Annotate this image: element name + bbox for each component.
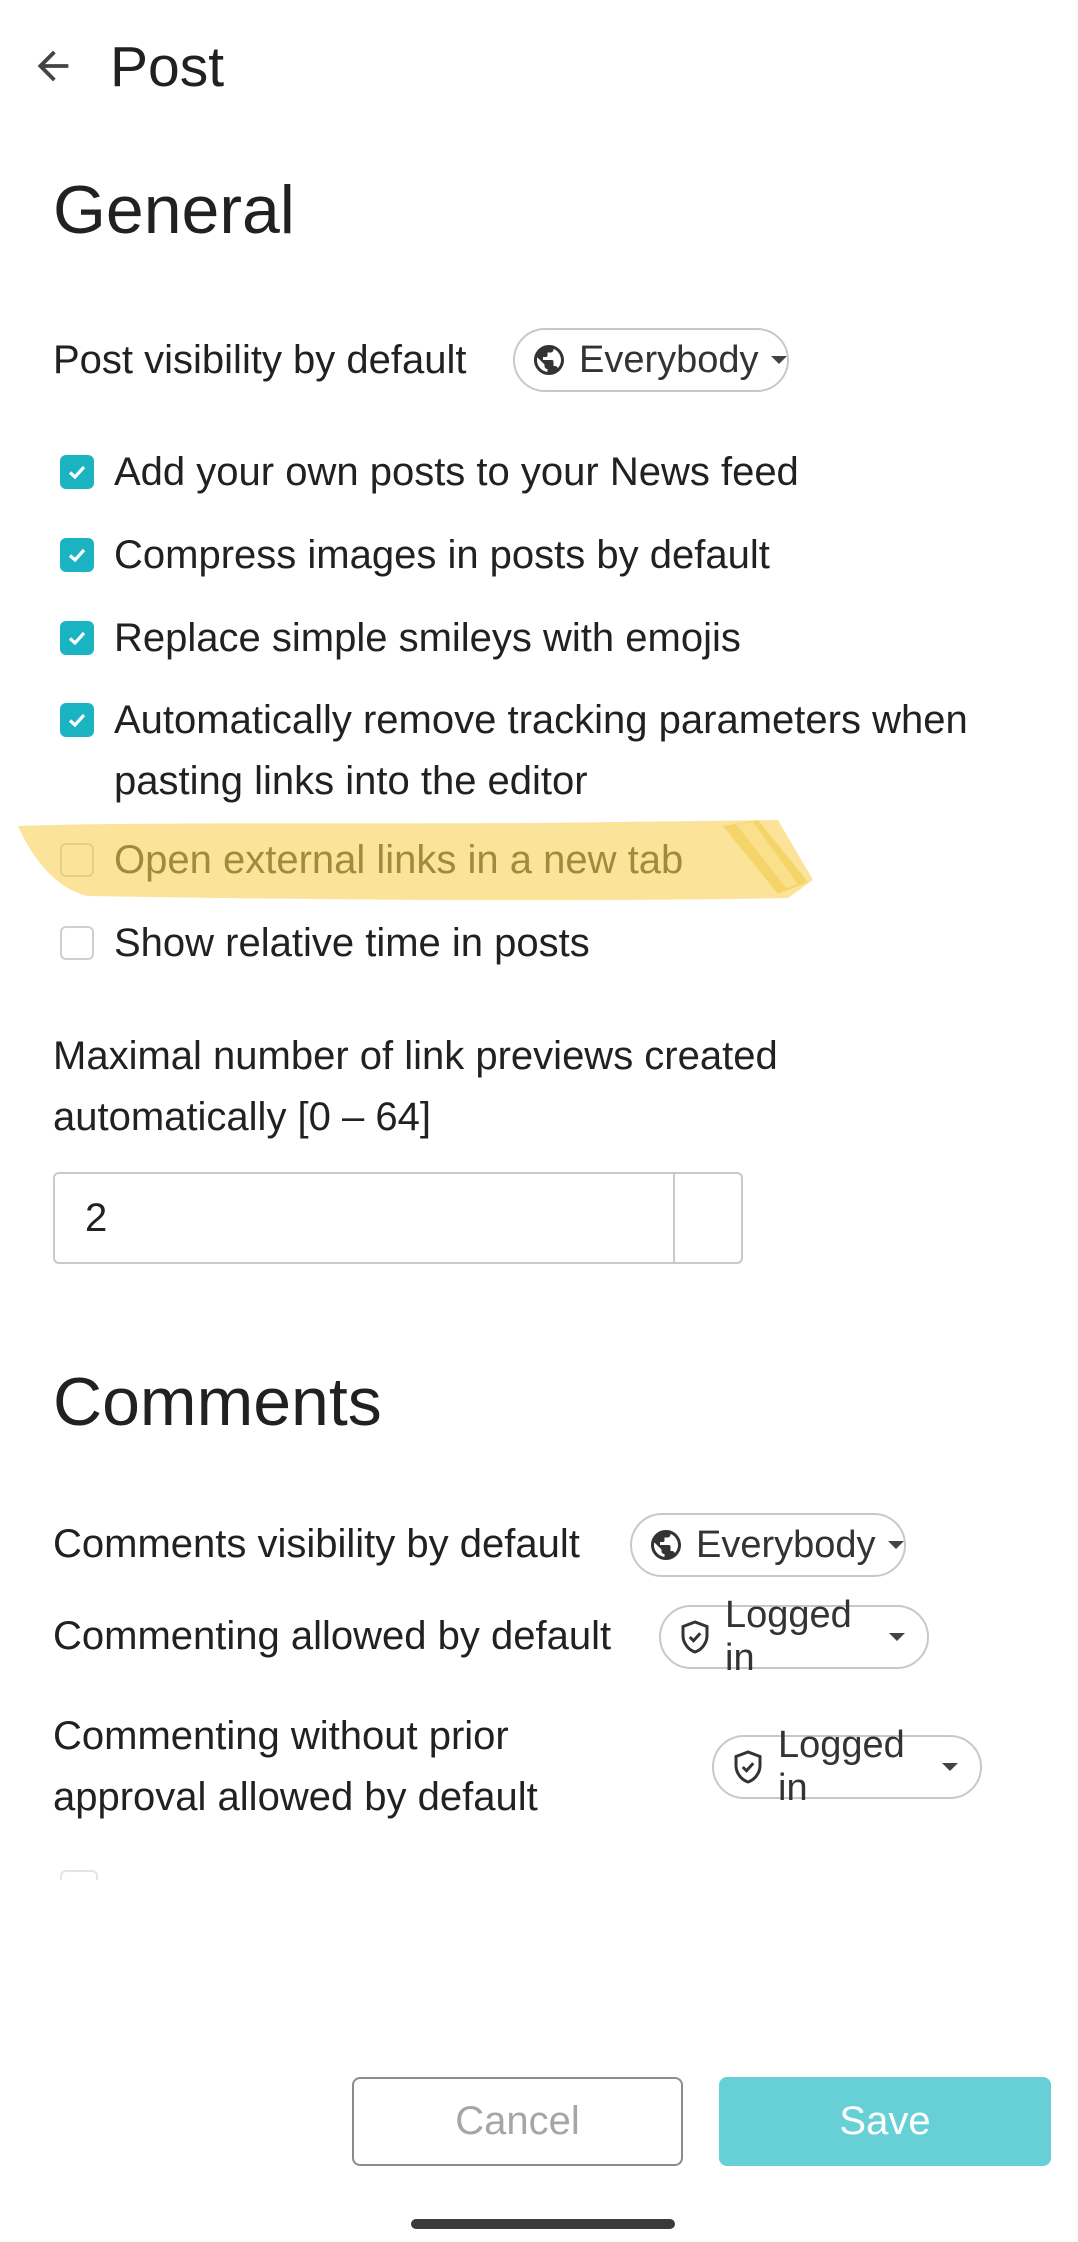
shield-icon bbox=[730, 1749, 766, 1785]
checkbox-checked[interactable] bbox=[60, 621, 94, 655]
checkbox-checked[interactable] bbox=[60, 538, 94, 572]
caret-down-icon bbox=[886, 1539, 906, 1551]
checkbox-relative-time[interactable]: Show relative time in posts bbox=[60, 913, 934, 974]
link-previews-input[interactable]: 2 bbox=[53, 1172, 743, 1264]
commenting-allowed-label: Commenting allowed by default bbox=[53, 1614, 612, 1658]
checkbox-checked[interactable] bbox=[60, 703, 94, 737]
checkbox-open-external-links[interactable]: Open external links in a new tab bbox=[60, 830, 934, 891]
globe-icon bbox=[531, 342, 567, 378]
section-title-general: General bbox=[53, 172, 295, 248]
number-spinner[interactable] bbox=[673, 1174, 741, 1262]
caret-down-icon bbox=[887, 1631, 907, 1643]
section-title-comments: Comments bbox=[53, 1364, 382, 1440]
checkbox-unchecked[interactable] bbox=[60, 843, 94, 877]
checkbox-replace-smileys[interactable]: Replace simple smileys with emojis bbox=[60, 608, 934, 669]
page-title: Post bbox=[110, 35, 225, 99]
caret-down-icon bbox=[769, 354, 789, 366]
checkbox-label: Compress images in posts by default bbox=[114, 533, 770, 577]
cancel-button[interactable]: Cancel bbox=[352, 2077, 683, 2166]
link-previews-label: Maximal number of link previews created … bbox=[53, 1034, 778, 1139]
checkbox-label: Show relative time in posts bbox=[114, 921, 590, 965]
comments-visibility-value: Everybody bbox=[696, 1523, 876, 1566]
back-button[interactable] bbox=[20, 30, 86, 106]
checkbox-unchecked[interactable] bbox=[60, 926, 94, 960]
comments-visibility-label: Comments visibility by default bbox=[53, 1522, 580, 1566]
comments-visibility-dropdown[interactable]: Everybody bbox=[630, 1513, 906, 1577]
checkbox-label: Automatically remove tracking parameters… bbox=[114, 698, 968, 803]
post-visibility-dropdown[interactable]: Everybody bbox=[513, 328, 789, 392]
caret-down-icon bbox=[940, 1761, 960, 1773]
globe-icon bbox=[648, 1527, 684, 1563]
post-visibility-label: Post visibility by default bbox=[53, 338, 467, 382]
commenting-without-approval-value: Logged in bbox=[778, 1724, 905, 1809]
commenting-allowed-dropdown[interactable]: Logged in bbox=[659, 1594, 929, 1679]
shield-icon bbox=[677, 1619, 713, 1655]
post-visibility-value: Everybody bbox=[579, 338, 759, 381]
checkbox-compress-images[interactable]: Compress images in posts by default bbox=[60, 525, 934, 586]
checkbox-label: Open external links in a new tab bbox=[114, 838, 684, 882]
home-indicator[interactable] bbox=[411, 2219, 675, 2229]
checkbox-add-own-posts[interactable]: Add your own posts to your News feed bbox=[60, 442, 934, 503]
checkbox-partially-hidden bbox=[60, 1870, 98, 1880]
commenting-allowed-value: Logged in bbox=[725, 1594, 852, 1679]
arrow-back-icon bbox=[30, 43, 76, 94]
commenting-without-approval-dropdown[interactable]: Logged in bbox=[712, 1724, 982, 1809]
link-previews-value[interactable]: 2 bbox=[55, 1174, 673, 1262]
checkbox-label: Add your own posts to your News feed bbox=[114, 450, 799, 494]
save-button[interactable]: Save bbox=[719, 2077, 1051, 2166]
checkbox-checked[interactable] bbox=[60, 455, 94, 489]
commenting-without-approval-label: Commenting without prior approval allowe… bbox=[53, 1714, 538, 1819]
checkbox-remove-tracking[interactable]: Automatically remove tracking parameters… bbox=[60, 690, 974, 812]
checkbox-label: Replace simple smileys with emojis bbox=[114, 616, 741, 660]
